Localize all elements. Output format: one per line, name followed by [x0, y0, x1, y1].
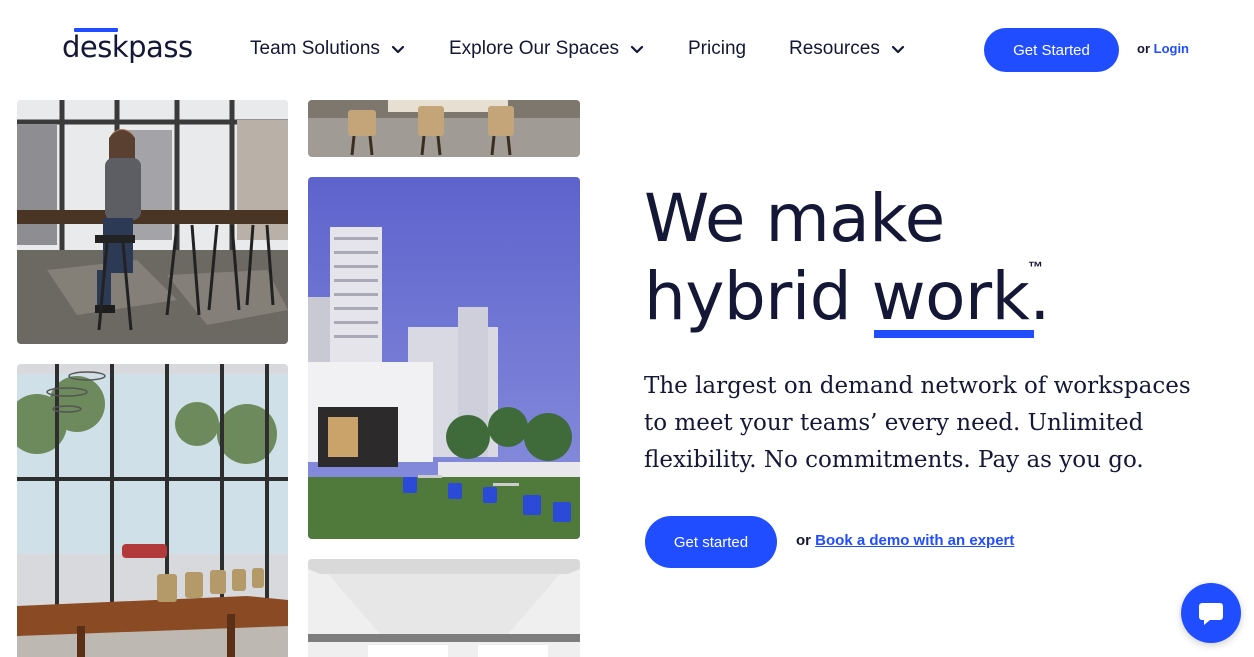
chevron-down-icon	[630, 45, 644, 54]
photo-dining-chairs	[308, 100, 580, 157]
nav-label: Pricing	[688, 38, 747, 59]
workspace-photo-image	[308, 177, 580, 539]
photo-rooftop-terrace	[308, 177, 580, 539]
photo-interior-ceiling	[308, 559, 580, 657]
book-demo-link[interactable]: Book a demo with an expert	[815, 532, 1014, 549]
workspace-photo-image	[17, 364, 288, 657]
headline-highlight: work.	[871, 258, 1051, 338]
chevron-down-icon	[391, 45, 405, 54]
workspace-photo-image	[308, 100, 580, 157]
nav-team-solutions[interactable]: Team Solutions	[250, 36, 406, 62]
headline-line-2-text: hybrid	[644, 258, 872, 335]
nav-explore-our-spaces[interactable]: Explore Our Spaces	[449, 36, 645, 62]
headline-line-2: hybrid work.	[644, 258, 1164, 338]
login-link[interactable]: Login	[1154, 41, 1189, 56]
deskpass-logo[interactable]: deskpass	[62, 26, 194, 68]
get-started-hero-button[interactable]: Get started	[645, 516, 777, 568]
hero-subtext: The largest on demand network of workspa…	[644, 373, 1191, 473]
hero-headline: We make hybrid work.	[644, 180, 1164, 338]
nav-pricing[interactable]: Pricing	[688, 36, 746, 62]
nav-label: Explore Our Spaces	[449, 38, 620, 59]
trademark-symbol: ™	[1028, 259, 1043, 276]
headline-highlight-text: work.	[871, 258, 1051, 335]
chevron-down-icon	[891, 45, 904, 54]
login-area: or Login	[1137, 41, 1189, 56]
workspace-photo-image	[308, 559, 580, 657]
photo-lobby-table	[17, 364, 288, 657]
highlight-underline	[873, 330, 1034, 338]
or-text: or	[796, 532, 811, 549]
chat-bubble-icon	[1199, 603, 1223, 625]
site-header: deskpass Team Solutions Explore Our Spac…	[0, 0, 1254, 100]
headline-line-1: We make	[644, 180, 945, 257]
logo-text: deskpass	[62, 30, 193, 64]
chat-launcher-button[interactable]	[1181, 583, 1241, 643]
or-text: or	[1137, 41, 1150, 56]
workspace-photo-image	[17, 100, 288, 344]
nav-label: Team Solutions	[250, 38, 380, 59]
nav-label: Resources	[789, 38, 880, 59]
book-demo-area: or Book a demo with an expert	[796, 532, 1014, 549]
get-started-header-button[interactable]: Get Started	[984, 28, 1119, 72]
nav-resources[interactable]: Resources	[789, 36, 906, 62]
photo-woman-working	[17, 100, 288, 344]
